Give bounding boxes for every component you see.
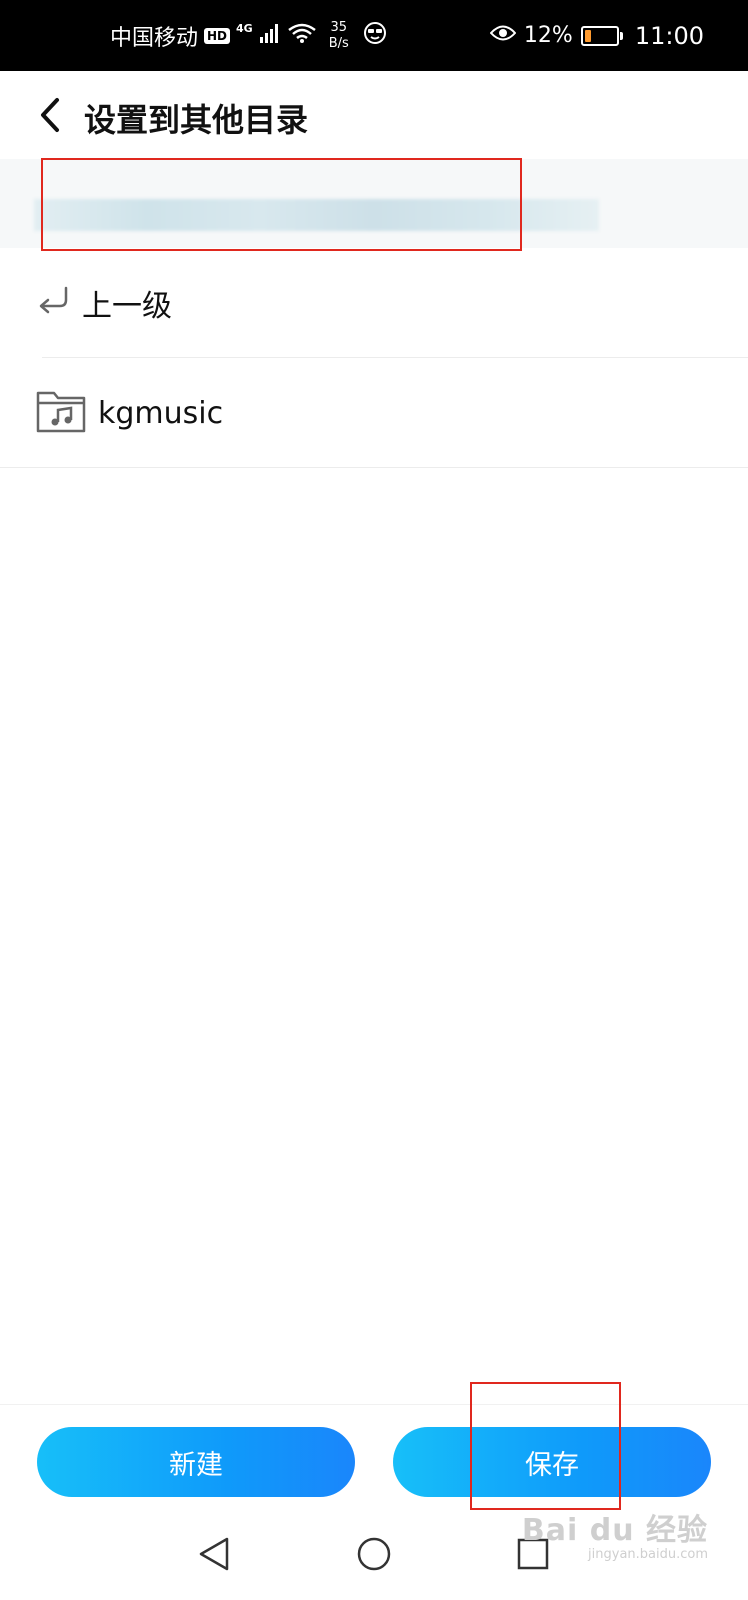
chevron-left-icon [41, 98, 59, 132]
list-item-parent-directory[interactable]: 上一级 [0, 248, 748, 358]
annotation-box-save [470, 1382, 621, 1510]
carrier-name: 中国移动 [110, 25, 199, 51]
speed-value: 35 [330, 19, 348, 35]
wifi-icon [287, 22, 317, 50]
eye-icon [489, 23, 517, 48]
divider [0, 467, 748, 468]
status-right: 12% 11:00 [489, 0, 704, 71]
triangle-back-icon [199, 1537, 229, 1571]
circle-home-icon [357, 1537, 391, 1571]
music-folder-icon [36, 389, 86, 437]
nav-home-button[interactable] [350, 1530, 398, 1578]
list-item-kgmusic[interactable]: kgmusic [0, 358, 748, 468]
return-arrow-icon [36, 284, 70, 322]
signal-icon [259, 22, 281, 50]
baidu-watermark: Bai du 经验 jingyan.baidu.com [522, 1505, 708, 1562]
list-item-label: 上一级 [82, 289, 172, 324]
battery-percent: 12% [523, 23, 573, 48]
battery-icon [580, 25, 623, 46]
status-left: 中国移动 HD 4G 35 B/s [110, 0, 387, 71]
watermark-url: jingyan.baidu.com [588, 1547, 708, 1562]
back-button[interactable] [28, 93, 72, 137]
annotation-box-path [41, 158, 522, 251]
status-bar: 中国移动 HD 4G 35 B/s 12% 11:00 [0, 0, 748, 71]
list-item-label: kgmusic [98, 395, 224, 431]
app-header: 设置到其他目录 [0, 71, 748, 159]
page-title: 设置到其他目录 [84, 101, 309, 139]
hd-badge: HD [204, 27, 231, 44]
clock-time: 11:00 [634, 21, 704, 50]
folder-list: 上一级 kgmusic [0, 248, 748, 468]
speed-unit: B/s [328, 35, 349, 51]
network-speed: 35 B/s [329, 20, 349, 52]
new-folder-button[interactable]: 新建 [37, 1427, 355, 1497]
watermark-logo: Bai du 经验 [521, 1513, 708, 1548]
network-type: 4G [236, 22, 253, 35]
nav-back-button[interactable] [190, 1530, 238, 1578]
sunglasses-face-icon [363, 21, 387, 51]
action-bar: 新建 保存 [0, 1404, 748, 1497]
